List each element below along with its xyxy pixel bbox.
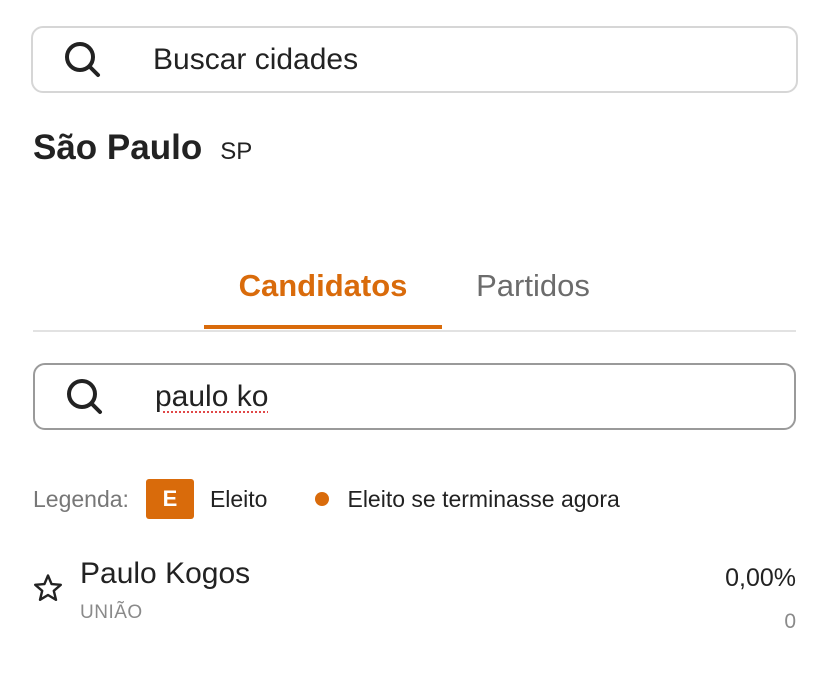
candidate-search-field[interactable]: paulo ko [33,363,796,430]
elected-if-now-text: Eleito se terminasse agora [347,485,620,512]
candidate-row[interactable]: Paulo Kogos UNIÃO 0,00% 0 [33,555,796,645]
candidate-name: Paulo Kogos [80,557,251,590]
city-search-field[interactable]: Buscar cidades [31,26,798,93]
tab-partidos[interactable]: Partidos [442,256,624,328]
star-outline-icon[interactable] [33,573,63,603]
legend-label: Legenda: [33,485,129,512]
elected-if-now-dot-icon [315,492,330,506]
elected-text: Eleito [209,485,268,512]
city-state: SP [220,138,253,165]
candidate-votes: 0 [784,610,796,633]
city-name: São Paulo [33,128,203,167]
candidate-party: UNIÃO [80,602,143,623]
search-icon [65,41,100,77]
city-search-placeholder: Buscar cidades [153,42,359,76]
city-header: São Paulo SP [33,128,252,168]
elected-badge: E [145,479,194,519]
tab-candidatos[interactable]: Candidatos [204,256,442,329]
results-tabs: Candidatos Partidos [33,256,796,332]
candidate-percent: 0,00% [725,564,796,592]
legend: Legenda: E Eleito Eleito se terminasse a… [33,479,620,519]
candidate-search-input[interactable]: paulo ko [155,380,268,414]
search-icon [67,378,102,414]
